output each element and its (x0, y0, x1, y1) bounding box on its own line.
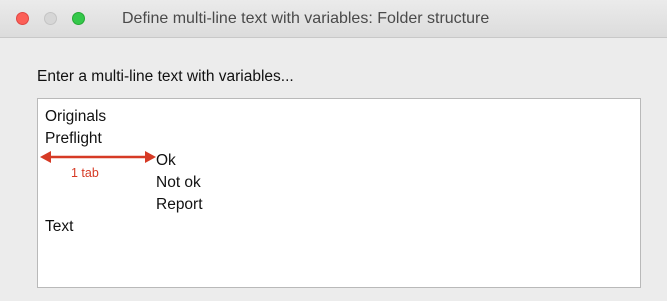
double-arrow-icon (40, 151, 156, 163)
prompt-label: Enter a multi-line text with variables..… (37, 68, 294, 85)
dialog-window: Define multi-line text with variables: F… (0, 0, 667, 301)
minimize-window-button[interactable] (44, 12, 57, 25)
text-line-not-ok: Not ok (156, 174, 201, 191)
zoom-window-button[interactable] (72, 12, 85, 25)
tab-annotation-label: 1 tab (71, 166, 99, 180)
text-line-originals: Originals (45, 108, 107, 125)
title-bar: Define multi-line text with variables: F… (0, 0, 667, 38)
text-line-ok: Ok (156, 152, 176, 169)
text-line-text: Text (45, 218, 74, 235)
text-line-preflight: Preflight (45, 130, 102, 147)
text-line-report: Report (156, 196, 203, 213)
close-window-button[interactable] (16, 12, 29, 25)
window-title: Define multi-line text with variables: F… (122, 10, 490, 27)
multiline-text-input[interactable]: Originals Preflight Ok Not ok Report Tex… (37, 98, 641, 288)
